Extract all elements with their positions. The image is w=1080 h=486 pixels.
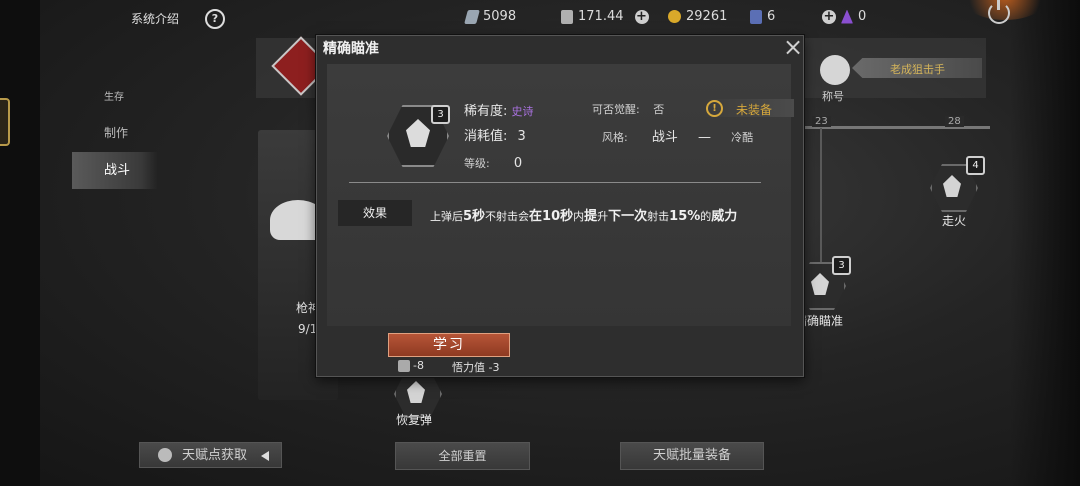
resource-value: 171.44 [578,9,624,24]
awaken: 可否觉醒: 否 [592,101,664,117]
arrow-left-icon [261,451,269,461]
help-icon[interactable]: ? [205,9,225,29]
side-nav: 生存 制作 战斗 [72,78,158,189]
side-item-label: 制作 [104,126,129,140]
skill-icon [407,381,425,403]
grade-label: 等级: [464,157,490,170]
skill-node-label: 恢复弹 [396,413,433,427]
card-icon [750,9,762,24]
rarity: 稀有度: 史诗 [464,100,534,119]
cost-label: 消耗值: [464,129,508,144]
effect-text-part: 提 [584,209,598,224]
equip-status: 未装备 [736,103,773,117]
resource-value: 0 [858,9,867,24]
tree-number: 23 [812,116,831,127]
skill-level-badge: 4 [966,156,985,175]
grade: 等级: 0 [464,155,522,171]
effect-text-part: 不射击会 [485,210,530,223]
skill-level-badge: 3 [431,105,450,124]
skill-icon [406,119,430,147]
skill-level-badge: 3 [832,256,851,275]
style-value: 冷酷 [731,131,754,144]
rank-title: 老成狙击手 [890,63,945,76]
effect-text-part: 射击 [647,210,670,223]
rank-label: 称号 [822,90,844,103]
power-icon[interactable] [988,0,1010,24]
skill-node-label: 走火 [942,214,967,228]
tree-connector-vertical [820,128,822,268]
talent-point-get-button[interactable]: 天赋点获取 [139,442,282,468]
talent-point-icon [158,448,172,462]
gold-coin-icon [668,10,681,23]
style-separator: — [698,130,712,145]
style-label: 风格: [602,131,628,144]
effect-text-part: 在10秒 [529,209,574,224]
style: 风格: 战斗 — 冷酷 [602,126,753,145]
effect-text-part: 15% [669,209,701,224]
skill-icon [943,175,961,197]
top-bar: 系统介绍 ? 5098 171.44 + 29261 6 + 0 [0,0,1080,36]
right-edge [1010,0,1080,486]
effect-text-part: 威力 [711,209,738,224]
skill-icon [811,273,829,295]
study-cost-insight: 悟力值 -3 [452,361,500,374]
reset-all-button[interactable]: 全部重置 [395,442,530,470]
awaken-value: 否 [653,103,665,116]
rank-avatar-icon[interactable] [820,55,850,85]
effect-text-part: 升 [597,210,609,223]
left-edge [0,0,40,486]
resource-value: 6 [767,9,776,24]
chip-icon [561,9,573,24]
button-label: 天赋点获取 [182,448,248,463]
effect-description: 上弹后5秒不射击会在10秒内提升下一次射击15%的威力 [430,205,737,224]
left-edge-badge[interactable] [0,98,10,146]
side-item-combat[interactable]: 战斗 [72,152,158,189]
bullet-icon [464,9,480,24]
warning-icon: ! [706,100,723,117]
resource-gold: 29261 [668,9,727,24]
resource-value: 5098 [483,9,517,24]
close-icon[interactable]: × [783,35,803,59]
crystal-icon [841,9,853,24]
study-button[interactable]: 学习 [388,333,510,357]
resource-bullets: 5098 [464,9,517,24]
talent-point-icon [398,359,410,372]
rarity-label: 稀有度: [464,104,508,119]
add-crystal-button[interactable]: + [822,9,836,24]
grade-value: 0 [513,156,523,171]
resource-crystal: + 0 [822,9,866,24]
side-item-crafting[interactable]: 制作 [72,115,158,152]
system-intro-title[interactable]: 系统介绍 [131,10,179,27]
effect-text-part: 下一次 [608,209,648,224]
study-cost-item: -8 [398,359,424,372]
add-chips-button[interactable]: + [634,9,649,24]
effect-text-part: 5秒 [463,209,486,224]
effect-text-part: 的 [700,210,712,223]
effect-text-part: 上弹后 [430,210,463,223]
awaken-label: 可否觉醒: [592,103,640,116]
side-item-label: 战斗 [104,163,131,178]
cost-amount: -8 [413,359,424,372]
cost: 消耗值: 3 [464,125,526,144]
tree-number: 28 [945,116,964,127]
side-item-survival[interactable]: 生存 [72,78,158,115]
resource-value: 29261 [686,9,728,24]
effect-text-part: 内 [573,210,585,223]
resource-cards: 6 [750,9,775,24]
modal-title: 精确瞄准 [323,41,379,57]
cost-value: 3 [517,129,526,144]
rarity-value: 史诗 [511,105,534,118]
resource-chips: 171.44 + [561,9,649,24]
side-item-label: 生存 [104,92,124,103]
batch-equip-button[interactable]: 天赋批量装备 [620,442,764,470]
effect-tag: 效果 [338,200,412,226]
style-value: 战斗 [651,130,678,145]
divider [349,182,761,183]
